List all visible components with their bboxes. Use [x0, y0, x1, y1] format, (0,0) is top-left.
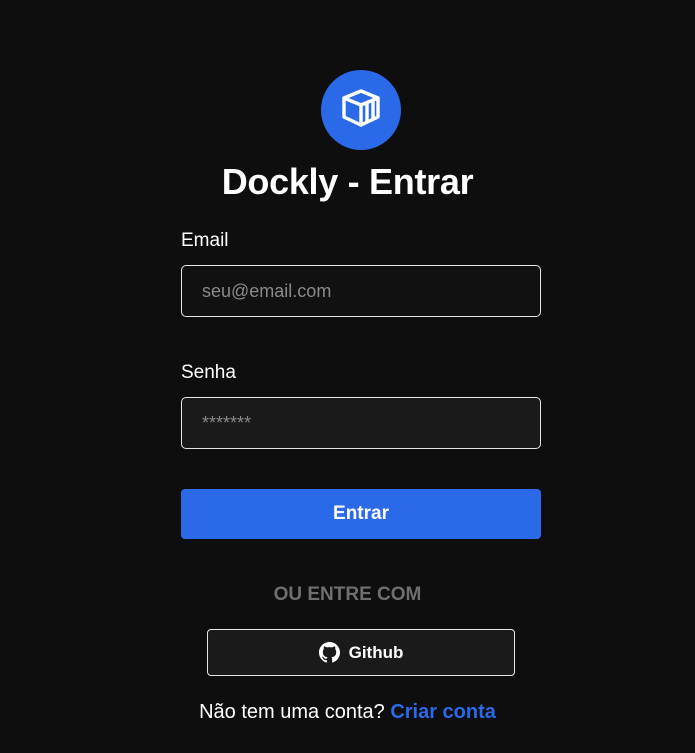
github-button-label: Github: [348, 642, 404, 662]
signup-prompt: Não tem uma conta? Criar conta: [0, 700, 695, 724]
container-box-icon: [338, 85, 384, 136]
password-field[interactable]: [181, 397, 541, 449]
submit-button[interactable]: Entrar: [181, 489, 541, 539]
signup-text: Não tem uma conta?: [199, 701, 385, 723]
page-title: Dockly - Entrar: [221, 161, 474, 202]
password-label: Senha: [181, 362, 236, 383]
login-page: Dockly - Entrar Email Senha Entrar OU EN…: [0, 0, 695, 753]
email-label: Email: [181, 230, 229, 251]
email-field[interactable]: [181, 265, 541, 317]
logo: [321, 70, 401, 150]
github-icon: [318, 642, 340, 663]
divider-text: OU ENTRE COM: [273, 584, 422, 605]
github-login-button[interactable]: Github: [207, 629, 515, 676]
create-account-link[interactable]: Criar conta: [390, 701, 496, 723]
